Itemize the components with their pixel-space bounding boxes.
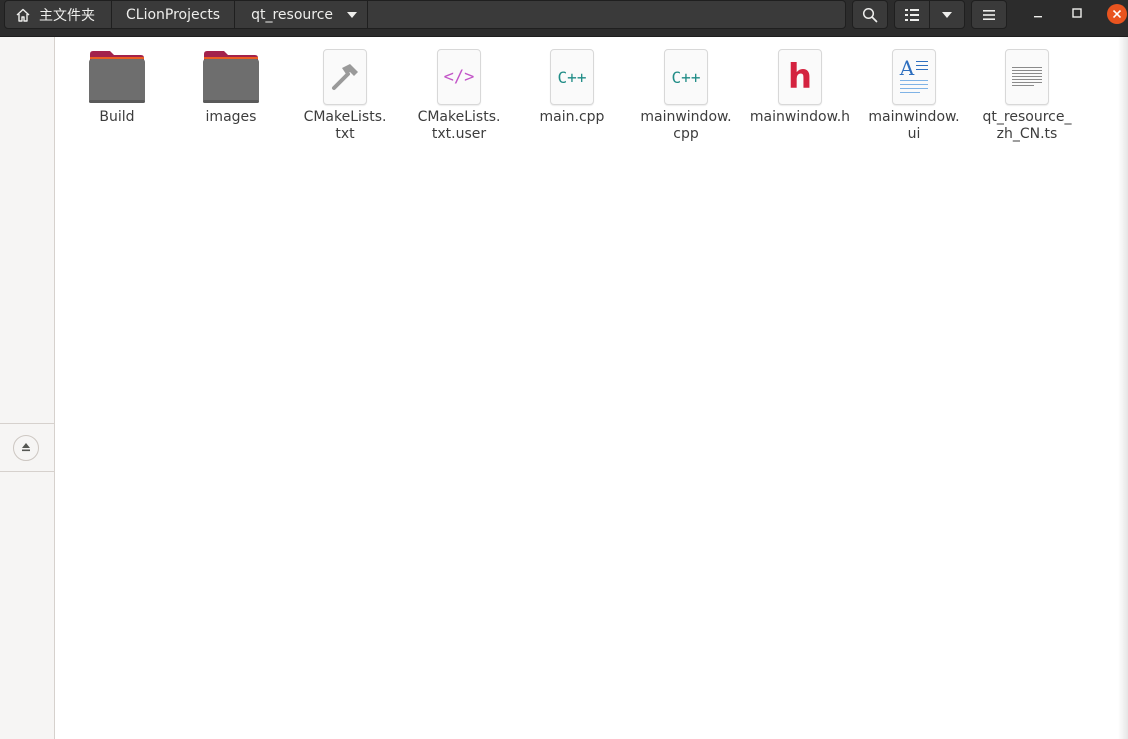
window-edge-shadow [1118, 37, 1128, 739]
file-item-images[interactable]: images [175, 47, 287, 126]
file-item-qt-resource-ts[interactable]: qt_resource_ zh_CN.ts [971, 47, 1083, 143]
folder-icon [201, 47, 261, 107]
file-icon-wrap: </> [429, 47, 489, 107]
breadcrumb-current[interactable]: qt_resource [235, 1, 369, 28]
breadcrumb-label: CLionProjects [126, 6, 221, 23]
xml-file-icon: </> [437, 49, 481, 105]
search-icon [862, 7, 878, 23]
file-item-mainwindow-ui[interactable]: A mainwindow. ui [858, 47, 970, 143]
sidebar-divider [0, 423, 55, 424]
eject-icon [21, 440, 31, 456]
file-name: qt_resource_ zh_CN.ts [982, 109, 1072, 142]
view-options-button[interactable] [929, 0, 965, 29]
file-name: mainwindow.h [749, 109, 851, 125]
file-name: main.cpp [539, 109, 605, 125]
file-icon-wrap: C++ [542, 47, 602, 107]
text-file-icon [1005, 49, 1049, 105]
file-name: images [205, 109, 257, 125]
cmake-file-icon [323, 49, 367, 105]
minimize-button[interactable] [1024, 0, 1052, 28]
file-icon-wrap [997, 47, 1057, 107]
file-name: mainwindow. ui [868, 109, 960, 142]
close-button[interactable] [1103, 0, 1128, 28]
file-name: mainwindow. cpp [640, 109, 732, 142]
chevron-down-icon [347, 11, 358, 18]
sidebar [0, 37, 55, 739]
breadcrumb-home[interactable]: 主文件夹 [5, 1, 112, 28]
text-lines [916, 61, 929, 70]
cpp-file-icon: C++ [664, 49, 708, 105]
close-button-circle [1107, 4, 1127, 24]
file-icon-wrap: C++ [656, 47, 716, 107]
ui-glyph-row: A [899, 56, 929, 80]
main-menu-button[interactable] [971, 0, 1007, 29]
file-icon-wrap [315, 47, 375, 107]
file-item-cmakelists-txt[interactable]: CMakeLists. txt [289, 47, 401, 143]
breadcrumb-label: qt_resource [251, 6, 334, 23]
folder-icon [87, 47, 147, 107]
header-bar: 主文件夹 CLionProjects qt_resource [0, 0, 1128, 37]
file-glyph: C++ [671, 67, 701, 87]
file-name: CMakeLists. txt [303, 109, 387, 142]
file-item-main-cpp[interactable]: C++ main.cpp [516, 47, 628, 126]
file-icon-wrap: h [770, 47, 830, 107]
header-file-icon: h [778, 49, 822, 105]
file-glyph: C++ [557, 67, 587, 87]
breadcrumb-label: 主文件夹 [39, 7, 95, 24]
ui-file-icon: A [892, 49, 936, 105]
file-item-build[interactable]: Build [61, 47, 173, 126]
eject-button[interactable] [13, 435, 39, 461]
path-bar: 主文件夹 CLionProjects qt_resource [4, 0, 846, 29]
search-button[interactable] [852, 0, 888, 29]
file-name: Build [99, 109, 135, 125]
close-icon [1112, 6, 1122, 22]
file-view[interactable]: Build images CMakeLists. txt </> CMakeLi… [56, 37, 1128, 739]
sidebar-divider [0, 471, 55, 472]
maximize-button[interactable] [1063, 0, 1091, 28]
list-view-icon [905, 8, 919, 21]
cpp-file-icon: C++ [550, 49, 594, 105]
view-list-button[interactable] [894, 0, 930, 29]
file-item-mainwindow-h[interactable]: h mainwindow.h [744, 47, 856, 126]
file-icon-wrap: A [884, 47, 944, 107]
chevron-down-icon [942, 11, 952, 18]
breadcrumb-clionprojects[interactable]: CLionProjects [112, 1, 236, 28]
file-glyph: A [899, 56, 915, 80]
file-item-mainwindow-cpp[interactable]: C++ mainwindow. cpp [630, 47, 742, 143]
maximize-icon [1072, 6, 1082, 22]
minimize-icon [1033, 6, 1043, 22]
file-glyph: h [787, 57, 813, 97]
file-item-cmakelists-txt-user[interactable]: </> CMakeLists. txt.user [403, 47, 515, 143]
hamburger-menu-icon [983, 9, 995, 20]
text-lines [900, 80, 928, 93]
file-glyph: </> [443, 67, 475, 87]
file-name: CMakeLists. txt.user [417, 109, 501, 142]
home-icon [15, 7, 31, 23]
